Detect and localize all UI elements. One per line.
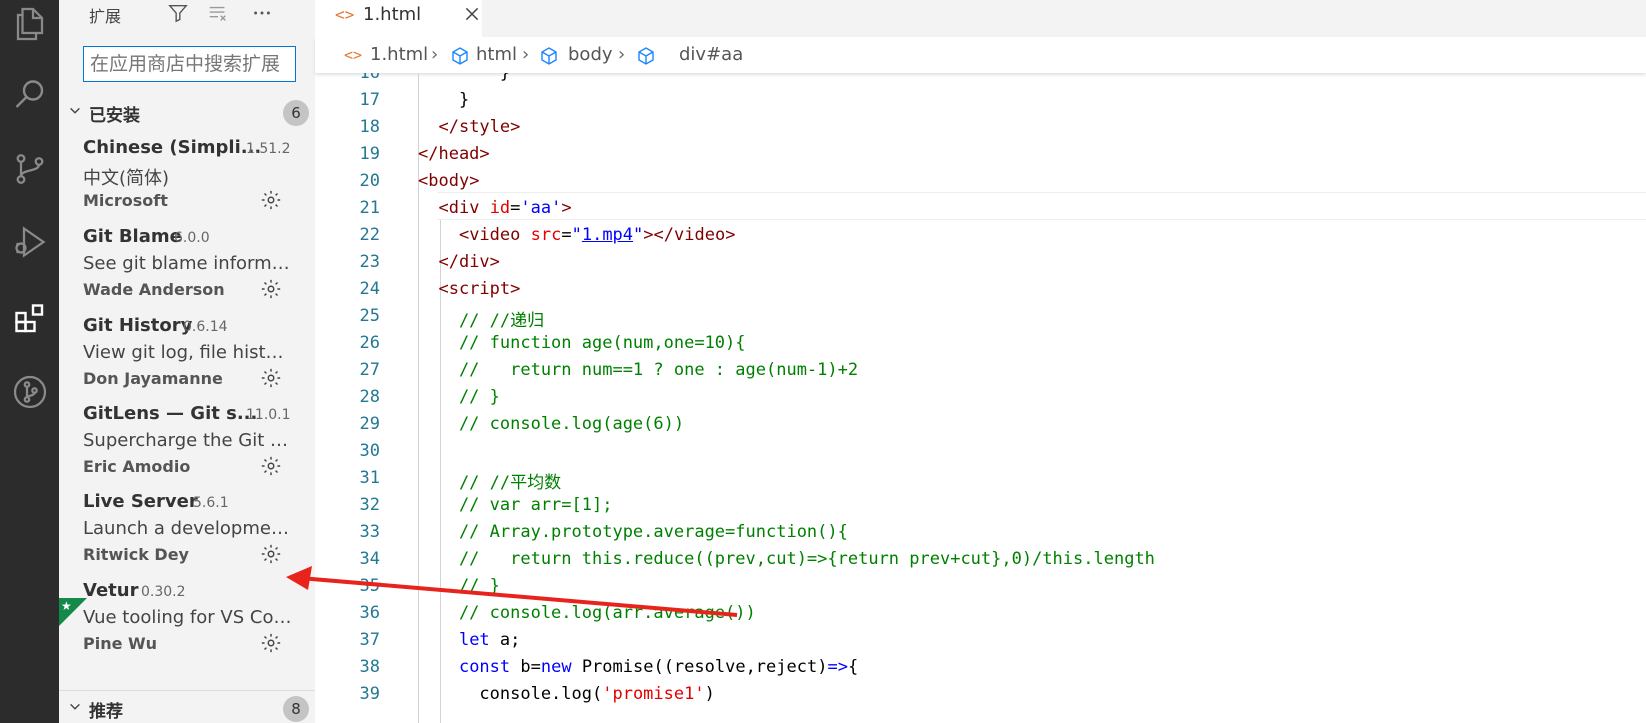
annotation-arrow-line xyxy=(299,576,738,617)
annotation-arrow xyxy=(286,566,738,617)
annotation-arrow-head xyxy=(286,566,312,590)
